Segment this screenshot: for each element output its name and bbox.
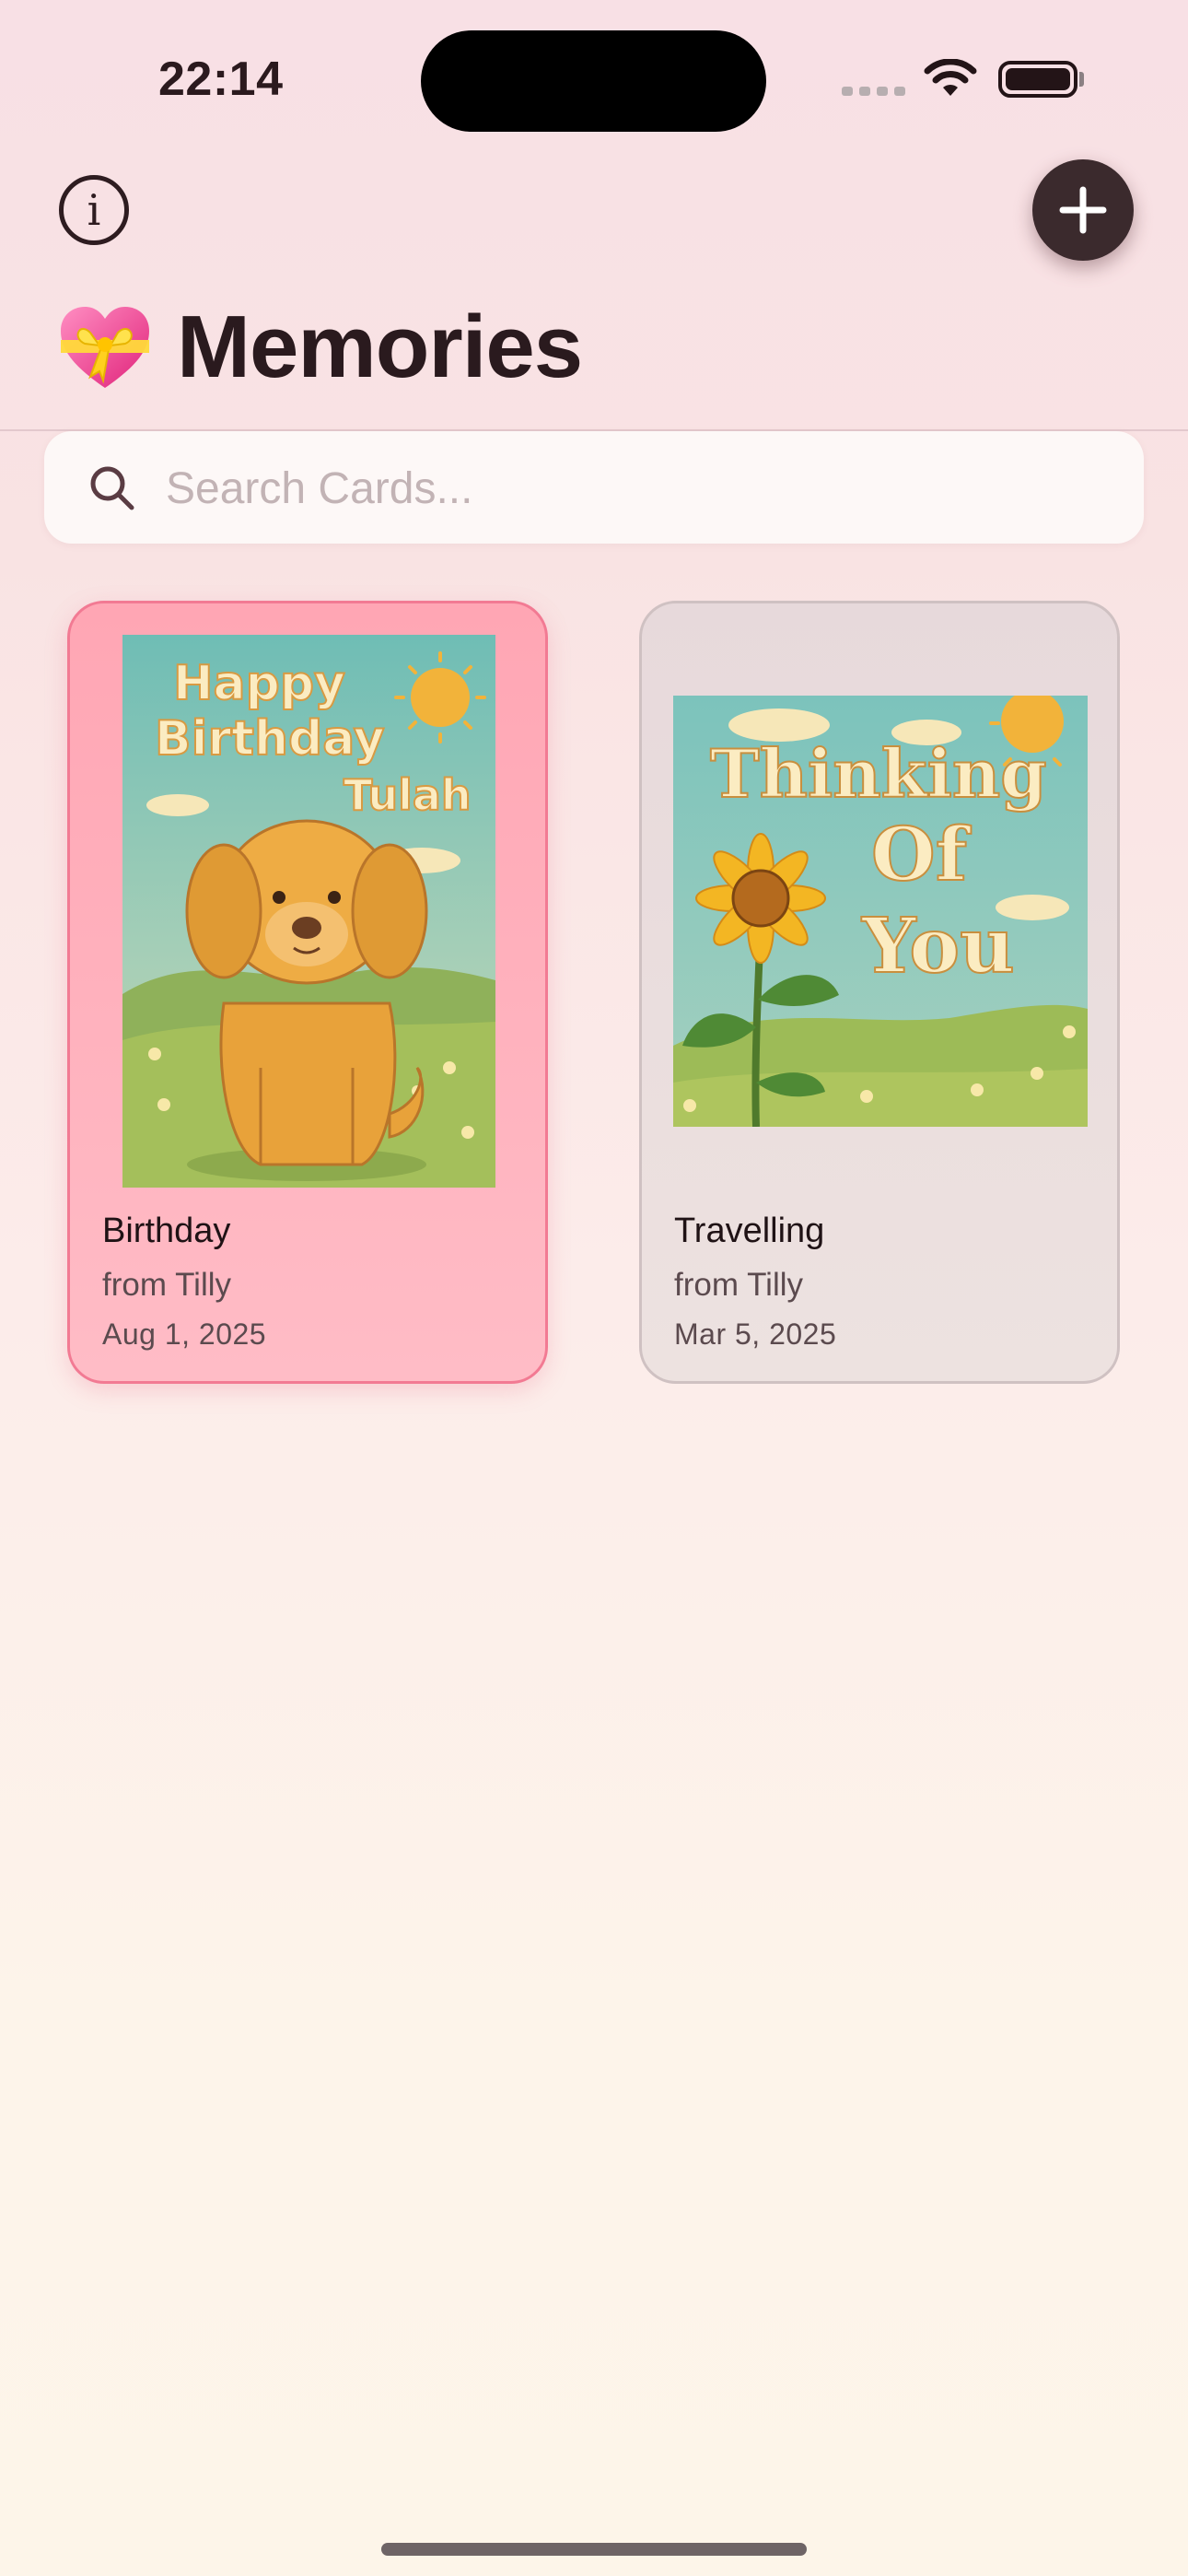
svg-text:Thinking: Thinking — [710, 734, 1047, 813]
battery-tip — [1079, 72, 1084, 87]
page-header: Memories — [57, 297, 583, 398]
card-travelling[interactable]: Thinking Of You Travelling from Tilly Ma… — [639, 601, 1120, 1384]
info-icon: i — [87, 185, 101, 235]
plus-icon — [1059, 186, 1107, 234]
cellular-signal-icon — [842, 87, 905, 96]
svg-text:Birthday: Birthday — [155, 711, 385, 767]
card-title: Birthday — [102, 1212, 231, 1250]
heart-ribbon-icon — [61, 307, 149, 388]
wifi-icon — [924, 59, 977, 96]
svg-text:Tulah: Tulah — [344, 770, 472, 820]
card-title: Travelling — [674, 1212, 825, 1250]
svg-text:Happy: Happy — [173, 656, 345, 711]
card-date: Mar 5, 2025 — [674, 1317, 837, 1351]
info-button[interactable]: i — [59, 175, 129, 245]
search-bar[interactable] — [44, 431, 1144, 545]
battery-icon — [998, 61, 1077, 98]
card-birthday[interactable]: Happy Birthday Tulah Birthday from Tilly… — [67, 601, 548, 1384]
search-icon — [90, 466, 134, 510]
card-sender: from Tilly — [674, 1267, 803, 1303]
svg-text:Of: Of — [871, 811, 972, 897]
card-image-travelling: Thinking Of You — [673, 696, 1088, 1127]
add-card-button[interactable] — [1032, 159, 1134, 261]
home-indicator[interactable] — [381, 2543, 807, 2556]
dynamic-island — [421, 30, 766, 132]
svg-text:You: You — [861, 902, 1015, 990]
card-sender: from Tilly — [102, 1267, 231, 1303]
card-image-birthday: Happy Birthday Tulah — [122, 635, 495, 1188]
card-date: Aug 1, 2025 — [102, 1317, 267, 1351]
search-input[interactable] — [164, 431, 1107, 545]
status-time: 22:14 — [158, 53, 284, 106]
page-title: Memories — [177, 298, 583, 396]
